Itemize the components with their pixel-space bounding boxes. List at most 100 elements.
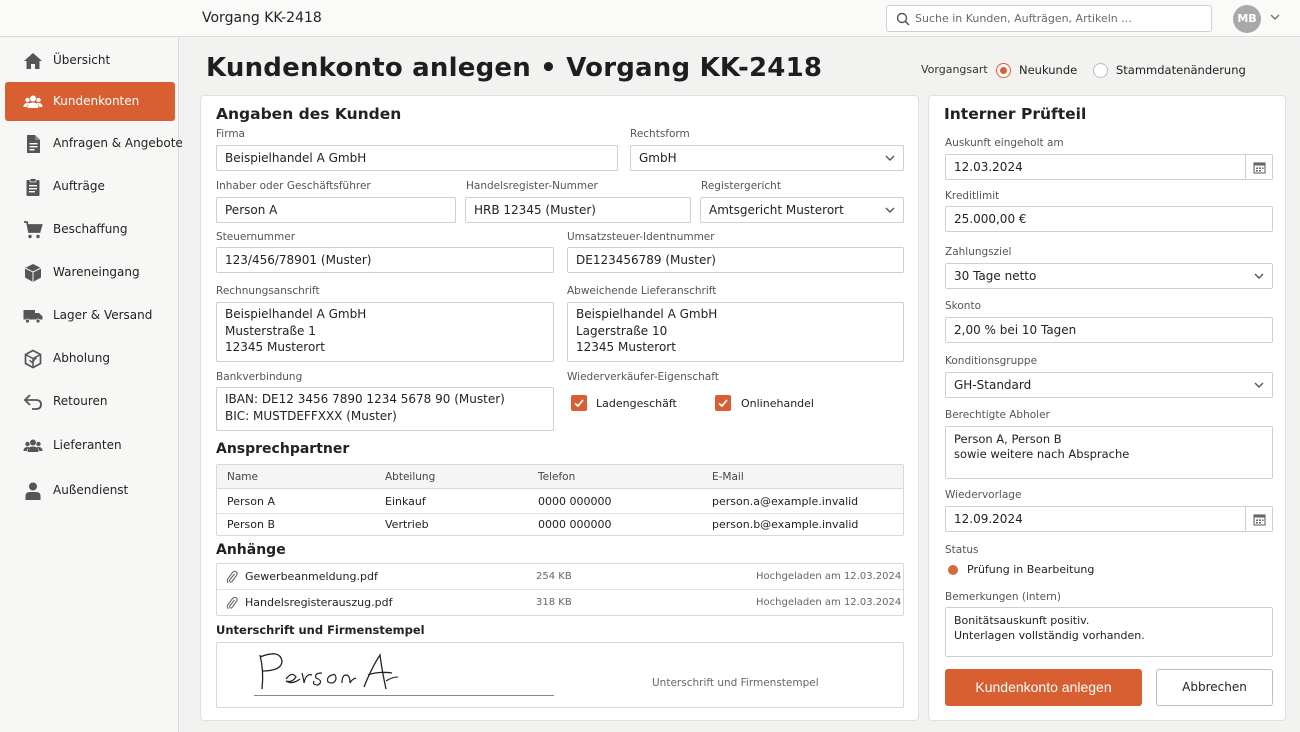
cell-telefon: 0000 000000	[538, 518, 612, 531]
column-header-telefon: Telefon	[538, 471, 576, 483]
attachment-name[interactable]: Gewerbeanmeldung.pdf	[245, 570, 378, 583]
chevron-down-icon	[885, 207, 895, 213]
sidebar-item-anfragen[interactable]: Anfragen & Angebote	[5, 124, 183, 163]
bemerkungen-field[interactable]: Bonitätsauskunft positiv. Unterlagen vol…	[945, 607, 1273, 657]
sidebar-item-label: Außendienst	[53, 483, 129, 497]
vorgangsart-label: Vorgangsart	[921, 63, 988, 76]
chevron-down-icon	[1254, 382, 1264, 388]
sidebar-item-label: Retouren	[53, 394, 108, 408]
label-bemerkungen: Bemerkungen (intern)	[945, 591, 1061, 603]
sidebar-item-kundenkonten[interactable]: Kundenkonten	[5, 82, 175, 121]
package-icon	[24, 349, 42, 369]
bankverbindung-value: IBAN: DE12 3456 7890 1234 5678 90 (Muste…	[225, 392, 505, 423]
check-icon	[574, 399, 584, 408]
kreditlimit-field[interactable]: 25.000,00 €	[945, 206, 1273, 232]
label-wiedervorlage: Wiedervorlage	[945, 489, 1022, 501]
label-bankverbindung: Bankverbindung	[216, 371, 303, 383]
breadcrumb[interactable]: Vorgang KK-2418	[202, 10, 322, 26]
bankverbindung-field[interactable]: IBAN: DE12 3456 7890 1234 5678 90 (Muste…	[216, 387, 554, 431]
zahlungsziel-select[interactable]: 30 Tage netto	[945, 263, 1273, 289]
sidebar-item-auftraege[interactable]: Aufträge	[5, 167, 175, 206]
registergericht-select[interactable]: Amtsgericht Musterort	[700, 197, 904, 223]
kundenkonto-anlegen-button[interactable]: Kundenkonto anlegen	[945, 669, 1142, 706]
checkbox-label-ladengeschaeft: Ladengeschäft	[596, 397, 677, 410]
sidebar-item-retouren[interactable]: Retouren	[5, 382, 175, 421]
calendar-button[interactable]	[1245, 155, 1272, 179]
signature-box[interactable]: Unterschrift und Firmenstempel	[216, 642, 904, 708]
section-heading-intern: Interner Prüfteil	[944, 105, 1087, 123]
section-heading-kunde: Angaben des Kunden	[216, 105, 402, 123]
status-dot	[948, 565, 958, 575]
cell-abteilung: Einkauf	[385, 495, 426, 508]
section-heading-anhaenge: Anhänge	[216, 542, 286, 558]
rechnungsanschrift-field[interactable]: Beispielhandel A GmbH Musterstraße 1 123…	[216, 302, 554, 362]
radio-neukunde[interactable]	[996, 63, 1011, 78]
chevron-down-icon	[885, 155, 895, 161]
radio-label-neukunde: Neukunde	[1019, 63, 1078, 77]
handelsregister-field[interactable]: HRB 12345 (Muster)	[465, 197, 691, 223]
handwritten-signature	[259, 653, 399, 690]
radio-stammdatenaenderung[interactable]	[1093, 63, 1108, 78]
zahlungsziel-value: 30 Tage netto	[954, 269, 1037, 283]
label-auskunft: Auskunft eingeholt am	[945, 137, 1064, 149]
sidebar-item-aussendienst[interactable]: Außendienst	[5, 471, 175, 510]
sidebar-item-lieferanten[interactable]: Lieferanten	[5, 426, 175, 465]
label-lieferanschrift: Abweichende Lieferanschrift	[567, 285, 717, 297]
sidebar-item-lager-versand[interactable]: Lager & Versand	[5, 296, 175, 335]
abbrechen-button[interactable]: Abbrechen	[1156, 669, 1273, 706]
sidebar-item-uebersicht[interactable]: Übersicht	[5, 41, 175, 80]
checkbox-ladengeschaeft[interactable]	[571, 395, 587, 411]
truck-icon	[23, 310, 43, 324]
row-divider	[217, 513, 903, 514]
sidebar-item-abholung[interactable]: Abholung	[5, 339, 175, 378]
search-input[interactable]	[915, 9, 1205, 28]
cell-email[interactable]: person.b@example.invalid	[712, 518, 858, 531]
section-heading-unterschrift: Unterschrift und Firmenstempel	[216, 623, 425, 637]
checkbox-onlinehandel[interactable]	[715, 395, 731, 411]
rechtsform-value: GmbH	[639, 151, 677, 165]
cell-email[interactable]: person.a@example.invalid	[712, 495, 858, 508]
konditionsgruppe-value: GH-Standard	[954, 378, 1032, 392]
search-box[interactable]	[886, 5, 1212, 32]
label-firma: Firma	[216, 128, 245, 140]
rechtsform-select[interactable]: GmbH	[630, 145, 904, 171]
sidebar-item-beschaffung[interactable]: Beschaffung	[5, 210, 175, 249]
attachments-list: Gewerbeanmeldung.pdf 254 KB Hochgeladen …	[216, 563, 904, 616]
attachment-size: 318 KB	[536, 597, 572, 608]
document-icon	[27, 135, 40, 153]
lieferanschrift-field[interactable]: Beispielhandel A GmbH Lagerstraße 10 123…	[567, 302, 904, 362]
sidebar-item-wareneingang[interactable]: Wareneingang	[5, 253, 175, 292]
attachment-uploaded: Hochgeladen am 12.03.2024	[756, 597, 902, 608]
sidebar-item-label: Aufträge	[53, 179, 105, 193]
ust-id-field[interactable]: DE123456789 (Muster)	[567, 247, 904, 273]
label-skonto: Skonto	[945, 300, 981, 312]
avatar[interactable]: MB	[1233, 5, 1261, 33]
label-zahlungsziel: Zahlungsziel	[945, 246, 1012, 258]
wiedervorlage-value: 12.09.2024	[954, 512, 1023, 526]
calendar-icon	[1253, 162, 1266, 174]
inhaber-field[interactable]: Person A	[216, 197, 456, 223]
chevron-down-icon[interactable]	[1270, 13, 1280, 21]
attachment-name[interactable]: Handelsregisterauszug.pdf	[245, 596, 392, 609]
return-icon	[23, 394, 42, 410]
auskunft-date-field[interactable]: 12.03.2024	[945, 154, 1273, 180]
sidebar-item-label: Wareneingang	[53, 265, 140, 279]
firma-field[interactable]: Beispielhandel A GmbH	[216, 145, 618, 171]
attachment-size: 254 KB	[536, 571, 572, 582]
label-status: Status	[945, 544, 979, 556]
users-icon	[23, 95, 43, 108]
steuernummer-field[interactable]: 123/456/78901 (Muster)	[216, 247, 554, 273]
page-title: Kundenkonto anlegen • Vorgang KK-2418	[206, 53, 823, 83]
sidebar: Übersicht Kundenkonten Anfragen & Angebo…	[0, 38, 183, 732]
wiedervorlage-date-field[interactable]: 12.09.2024	[945, 506, 1273, 532]
ust-id-value: DE123456789 (Muster)	[576, 253, 716, 267]
sidebar-item-label: Kundenkonten	[53, 94, 140, 108]
steuernummer-value: 123/456/78901 (Muster)	[225, 253, 372, 267]
skonto-field[interactable]: 2,00 % bei 10 Tagen	[945, 317, 1273, 343]
konditionsgruppe-select[interactable]: GH-Standard	[945, 372, 1273, 398]
abholer-field[interactable]: Person A, Person B sowie weitere nach Ab…	[945, 426, 1273, 479]
calendar-button[interactable]	[1245, 507, 1272, 531]
inhaber-value: Person A	[225, 203, 278, 217]
sidebar-item-label: Lieferanten	[53, 438, 122, 452]
column-header-name: Name	[227, 471, 258, 483]
